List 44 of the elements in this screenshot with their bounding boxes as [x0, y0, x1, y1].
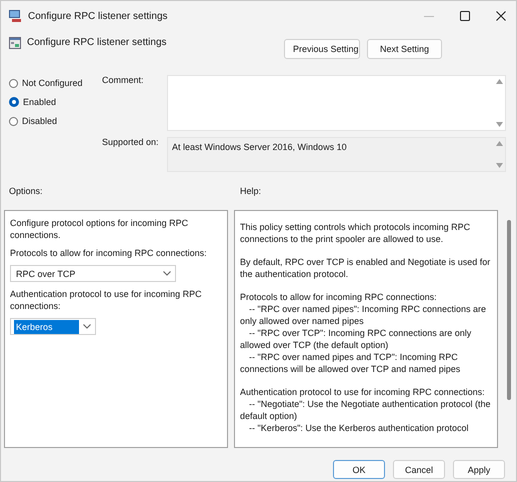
previous-setting-button[interactable]: Previous Setting [284, 39, 360, 59]
comment-field[interactable] [167, 75, 506, 131]
radio-option[interactable]: Not Configured [9, 78, 102, 88]
help-text: -- "RPC over named pipes": Incoming RPC connections are only allowed over named pipes [240, 303, 487, 327]
option-text: Configure protocol options for incoming RPC connections. [10, 217, 190, 241]
help-text: Protocols to allow for incoming RPC connections: [240, 291, 438, 303]
computer-icon [9, 10, 22, 22]
option-text: Authentication protocol to use for incoming RPC connections: [10, 288, 203, 312]
help-text: -- "RPC over TCP": Incoming RPC connections are only allowed over TCP (the default option) [240, 327, 472, 351]
scrollbar-thumb[interactable] [507, 220, 511, 400]
scroll-down-icon[interactable] [496, 163, 502, 168]
radio-icon[interactable] [9, 116, 18, 126]
help-label: Help: [239, 186, 262, 198]
radio-option[interactable]: Enabled [9, 97, 102, 107]
supported-field: At least Windows Server 2016, Windows 10 [167, 137, 506, 172]
maximize-icon[interactable] [460, 11, 470, 21]
help-text: -- "Kerberos": Use the Kerberos authentication protocol [248, 422, 470, 434]
help-text: This policy setting controls which protocols incoming RPC connections to the print spooler are allowed to use. [240, 221, 472, 245]
supported-label: Supported on: [102, 137, 160, 149]
policy-title: Configure RPC listener settings [27, 37, 167, 48]
radio-option[interactable]: Disabled [9, 116, 102, 126]
close-icon[interactable] [496, 11, 506, 21]
settings-icon [9, 37, 21, 49]
radio-icon[interactable] [9, 78, 18, 88]
dialog-button[interactable]: Cancel [393, 460, 445, 479]
scroll-down-icon[interactable] [496, 122, 502, 127]
scroll-up-icon[interactable] [496, 79, 502, 84]
options-label: Options: [8, 186, 44, 198]
dialog-button[interactable]: Apply [453, 460, 505, 479]
dropdown[interactable]: Kerberos [10, 318, 96, 335]
help-text: By default, RPC over TCP is enabled and Negotiate is used for the authentication protocol. [240, 256, 492, 280]
help-text: -- "Negotiate": Use the Negotiate authentication protocol (the default option) [240, 398, 492, 422]
chevron-icon [163, 271, 171, 276]
radio-icon[interactable] [9, 97, 19, 107]
dropdown[interactable]: RPC over TCP [10, 265, 176, 282]
option-text: Protocols to allow for incoming RPC connections: [10, 247, 208, 259]
help-text: Authentication protocol to use for incoming RPC connections: [240, 386, 486, 398]
next-setting-button[interactable]: Next Setting [367, 39, 442, 59]
chevron-icon [83, 324, 91, 329]
dialog-button[interactable]: OK [333, 460, 385, 479]
comment-label: Comment: [102, 75, 145, 87]
window-title: Configure RPC listener settings [28, 10, 169, 22]
scroll-up-icon[interactable] [496, 141, 502, 146]
help-text: -- "RPC over named pipes and TCP": Incoming RPC connections will be allowed over TCP and named pipes [240, 351, 462, 375]
